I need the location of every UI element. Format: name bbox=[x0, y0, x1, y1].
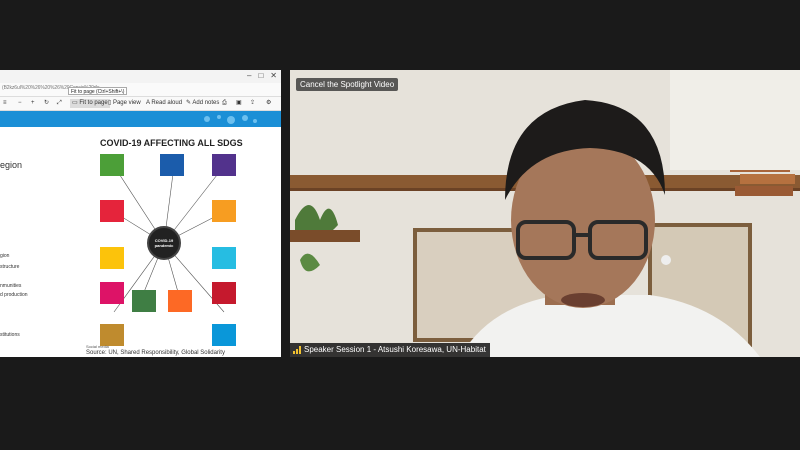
sdg-tile-5 bbox=[212, 200, 236, 222]
shared-screen: – □ ✕ (B2kz6uI%20%26%20%26%20Consis%20rf… bbox=[0, 70, 281, 357]
save-icon[interactable]: ▣ bbox=[236, 99, 242, 108]
add-notes-button[interactable]: ✎ Add notes bbox=[186, 99, 219, 108]
center-label: COVID-19 pandemic bbox=[154, 238, 174, 248]
print-icon[interactable]: ⎙ bbox=[222, 99, 227, 108]
rotate-icon[interactable]: ↻ bbox=[44, 99, 49, 108]
fit-to-page-label: Fit to page bbox=[79, 100, 108, 106]
sdg-tile-11 bbox=[168, 290, 192, 312]
maximize-icon[interactable]: □ bbox=[258, 71, 263, 80]
side-text-1: gion bbox=[0, 253, 10, 259]
minimize-icon[interactable]: – bbox=[247, 71, 251, 80]
read-aloud-label: Read aloud bbox=[151, 100, 183, 106]
contents-icon[interactable]: ≡ bbox=[3, 99, 7, 108]
close-icon[interactable]: ✕ bbox=[270, 71, 277, 80]
sdg-tile-7 bbox=[212, 247, 236, 269]
add-notes-label: Add notes bbox=[192, 100, 220, 106]
sdg-tile-4 bbox=[100, 200, 124, 222]
pdf-toolbar: ≡ − + ↻ ⤢ ▭ Fit to page ▯ Page view A Re… bbox=[0, 97, 281, 111]
figure-title: COVID-19 AFFECTING ALL SDGS bbox=[100, 138, 243, 148]
sdg-tile-2 bbox=[160, 154, 184, 176]
settings-icon[interactable]: ⚙ bbox=[266, 99, 271, 108]
audio-signal-icon bbox=[293, 346, 302, 354]
window-controls: – □ ✕ bbox=[247, 71, 277, 80]
page-view-button[interactable]: ▯ Page view bbox=[108, 99, 141, 108]
speaker-video[interactable]: Cancel the Spotlight Video Speaker Sessi… bbox=[290, 70, 800, 357]
sdg-tile-12 bbox=[100, 324, 124, 346]
video-frame bbox=[290, 70, 800, 357]
figure-source-top: Social media bbox=[86, 344, 109, 349]
page-view-label: Page view bbox=[112, 100, 141, 106]
sdg-tile-9 bbox=[212, 282, 236, 304]
header-decoration bbox=[204, 115, 257, 124]
browser-title-bar: – □ ✕ bbox=[0, 70, 281, 83]
sdg-tile-13 bbox=[212, 324, 236, 346]
side-text-region: egion bbox=[0, 160, 23, 170]
sdg-tile-10 bbox=[132, 290, 156, 312]
sdg-tile-8 bbox=[100, 282, 124, 304]
sdg-diagram: COVID-19 pandemic bbox=[92, 152, 242, 352]
sdg-tile-6 bbox=[100, 247, 124, 269]
side-text-2: structure bbox=[0, 264, 20, 270]
side-text-3: nmunities bbox=[0, 283, 22, 289]
speaker-name-bar: Speaker Session 1 - Atsushi Koresawa, UN… bbox=[290, 343, 490, 357]
sdg-tile-3 bbox=[212, 154, 236, 176]
cancel-spotlight-button[interactable]: Cancel the Spotlight Video bbox=[296, 78, 399, 91]
side-text-5: stitutions bbox=[0, 332, 20, 338]
zoom-in-icon[interactable]: + bbox=[31, 99, 35, 108]
figure-source: Source: UN, Shared Responsibility, Globa… bbox=[86, 350, 225, 356]
zoom-out-icon[interactable]: − bbox=[18, 99, 22, 108]
fit-to-page-button[interactable]: ▭ Fit to page bbox=[70, 99, 110, 108]
speaker-name-label: Speaker Session 1 - Atsushi Koresawa, UN… bbox=[304, 345, 486, 354]
read-aloud-button[interactable]: A Read aloud bbox=[146, 99, 182, 108]
address-bar[interactable]: (B2kz6uI%20%26%20%26%20Consis%20rfe bbox=[0, 83, 281, 97]
fullscreen-icon[interactable]: ⤢ bbox=[57, 99, 62, 108]
document-header-band bbox=[0, 111, 281, 127]
side-text-4: d production bbox=[0, 292, 28, 298]
share-icon[interactable]: ⇪ bbox=[250, 99, 255, 108]
fit-to-page-tooltip: Fit to page (Ctrl+Shift+\) bbox=[68, 87, 128, 95]
sdg-tile-1 bbox=[100, 154, 124, 176]
